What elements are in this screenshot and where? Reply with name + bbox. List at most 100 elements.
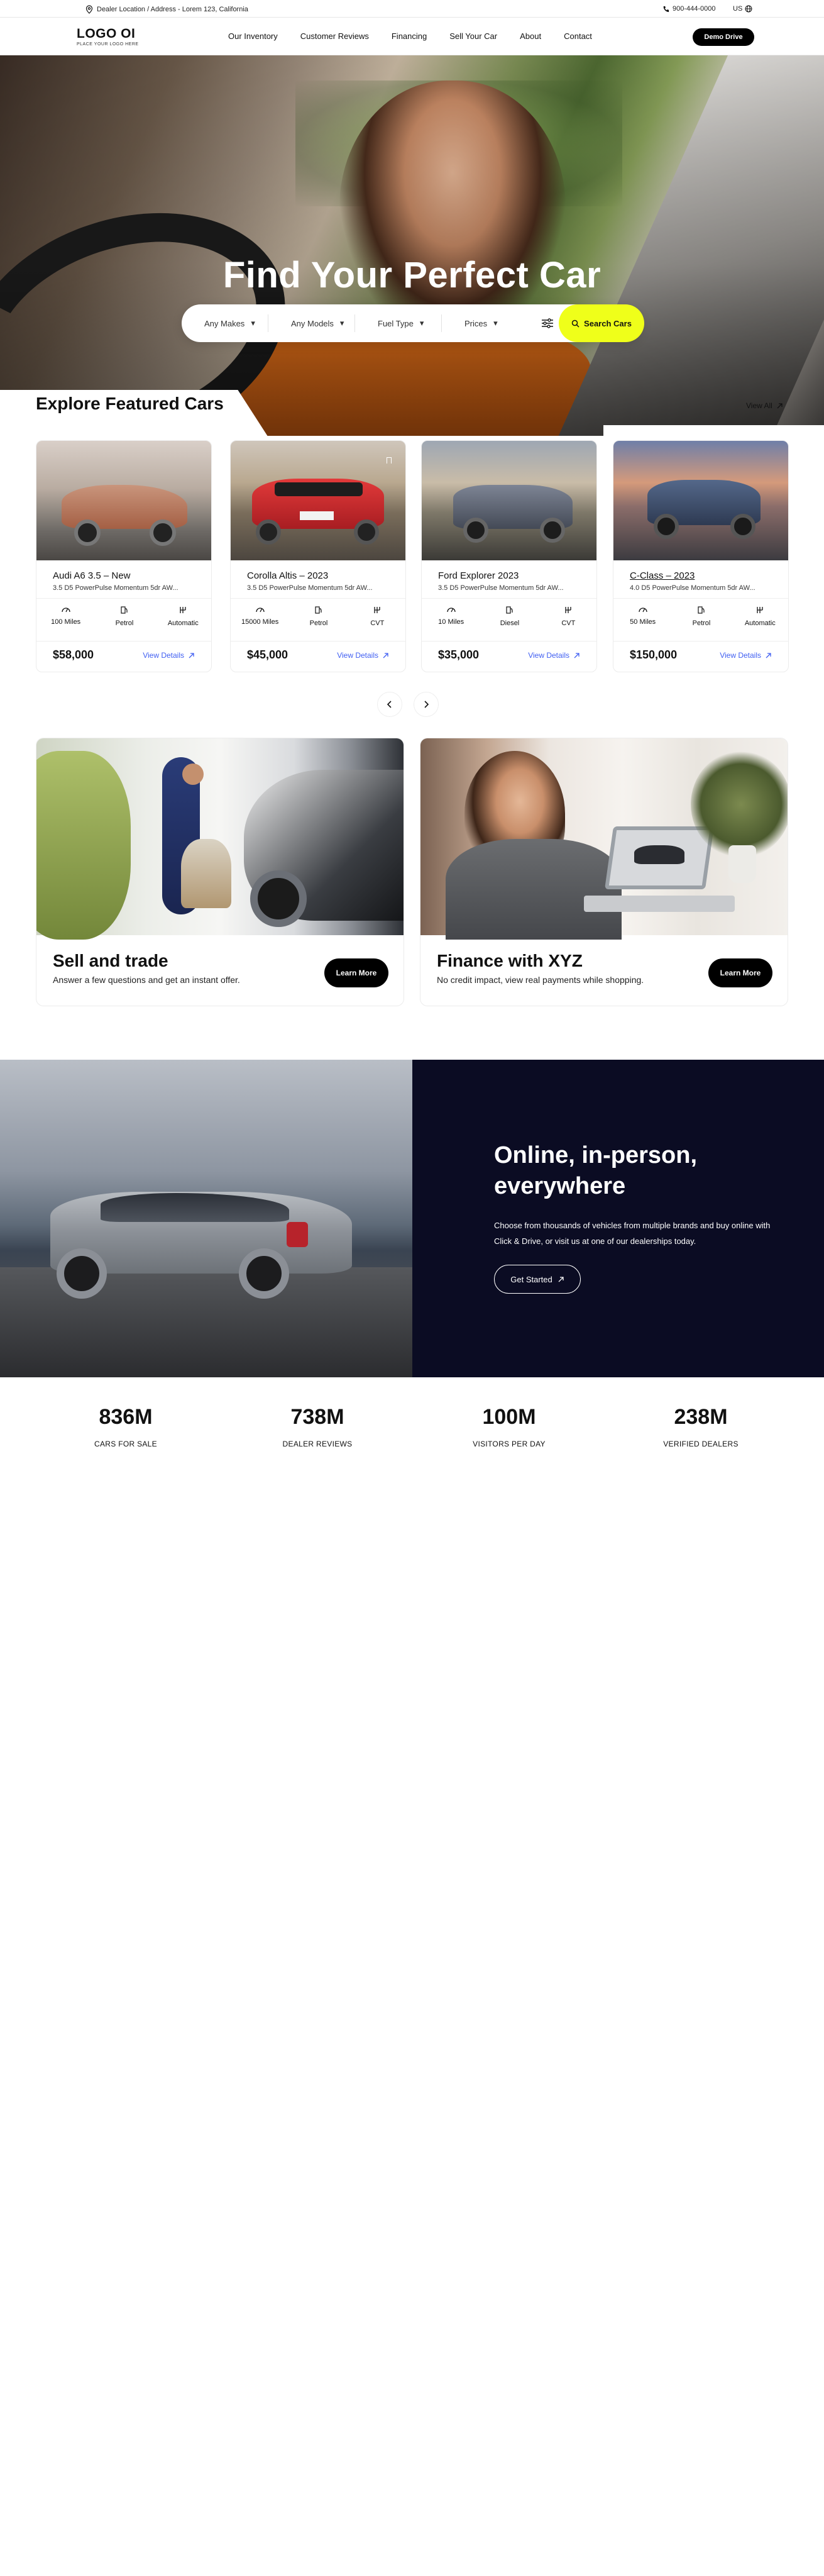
showroom-image <box>36 738 404 940</box>
online-title: Online, in-person, everywhere <box>494 1142 698 1200</box>
caret-down-icon: ▾ <box>419 318 424 328</box>
finance-image <box>420 738 788 940</box>
learn-more-button[interactable]: Learn More <box>708 958 772 987</box>
spec-fuel: Petrol <box>673 606 730 627</box>
nav-financing[interactable]: Financing <box>392 31 427 41</box>
speedometer-icon <box>255 606 265 613</box>
filter-models[interactable]: Any Models ▾ <box>268 314 355 332</box>
car-card[interactable]: Corolla Altis – 2023 3.5 D5 PowerPulse M… <box>230 440 406 672</box>
spec-transmission: CVT <box>540 606 596 627</box>
car-engine: 3.5 D5 PowerPulse Momentum 5dr AW... <box>438 584 564 592</box>
arrow-up-right-icon <box>382 652 389 659</box>
car-card[interactable]: C-Class – 2023 4.0 D5 PowerPulse Momentu… <box>613 440 789 672</box>
bookmark-icon[interactable] <box>387 457 392 464</box>
search-cars-button[interactable]: Search Cars <box>559 304 644 342</box>
language-text: US <box>733 5 743 13</box>
chevron-right-icon <box>423 701 429 708</box>
spec-fuel: Diesel <box>481 606 538 627</box>
promo-title: Sell and trade <box>53 951 168 970</box>
car-specs: 100 Miles Petrol Automatic <box>36 606 211 627</box>
stat-label: VERIFIED DEALERS <box>663 1440 739 1448</box>
speedometer-icon <box>61 606 71 613</box>
car-title: Ford Explorer 2023 <box>438 570 519 581</box>
stat-value: 100M <box>482 1405 536 1429</box>
location-text: Dealer Location / Address - Lorem 123, C… <box>97 6 248 13</box>
car-image <box>231 441 405 560</box>
dealer-location: Dealer Location / Address - Lorem 123, C… <box>85 5 248 14</box>
online-panel: Online, in-person, everywhere Choose fro… <box>412 1060 824 1377</box>
car-price: $45,000 <box>247 648 288 661</box>
phone-number[interactable]: 900-444-0000 <box>662 5 716 13</box>
spec-mileage: 10 Miles <box>423 606 480 627</box>
stat-value: 738M <box>290 1405 344 1429</box>
car-title: Audi A6 3.5 – New <box>53 570 131 581</box>
spec-mileage: 15000 Miles <box>232 606 288 627</box>
fuel-pump-icon <box>314 606 323 614</box>
stat-item: 238M VERIFIED DEALERS <box>638 1405 764 1448</box>
nav-contact[interactable]: Contact <box>564 31 592 41</box>
featured-heading: Explore Featured Cars View All <box>0 390 824 440</box>
language-selector[interactable]: US <box>733 5 752 13</box>
car-price: $150,000 <box>630 648 678 661</box>
stat-label: CARS FOR SALE <box>94 1440 157 1448</box>
hero-title: Find Your Perfect Car <box>222 255 602 296</box>
car-engine: 3.5 D5 PowerPulse Momentum 5dr AW... <box>247 584 373 592</box>
car-specs: 15000 Miles Petrol CVT <box>231 606 405 627</box>
prev-arrow-button[interactable] <box>377 692 402 717</box>
car-search-bar: Any Makes ▾ Any Models ▾ Fuel Type ▾ Prices… <box>182 304 644 342</box>
car-engine: 4.0 D5 PowerPulse Momentum 5dr AW... <box>630 584 755 592</box>
gearbox-icon <box>564 606 573 614</box>
spec-fuel: Petrol <box>96 606 153 627</box>
view-details-link[interactable]: View Details <box>143 651 195 660</box>
filter-fuel-type[interactable]: Fuel Type ▾ <box>355 314 442 332</box>
nav-sell-your-car[interactable]: Sell Your Car <box>449 31 497 41</box>
gearbox-icon <box>755 606 764 614</box>
nav-our-inventory[interactable]: Our Inventory <box>228 31 278 41</box>
car-price: $58,000 <box>53 648 94 661</box>
car-title[interactable]: C-Class – 2023 <box>630 570 695 581</box>
nav-customer-reviews[interactable]: Customer Reviews <box>300 31 369 41</box>
stat-item: 100M VISITORS PER DAY <box>446 1405 572 1448</box>
get-started-button[interactable]: Get Started <box>494 1265 581 1294</box>
car-engine: 3.5 D5 PowerPulse Momentum 5dr AW... <box>53 584 179 592</box>
logo-tagline: PLACE YOUR LOGO HERE <box>77 42 139 47</box>
learn-more-button[interactable]: Learn More <box>324 958 388 987</box>
view-details-link[interactable]: View Details <box>528 651 580 660</box>
finance-card: Finance with XYZ No credit impact, view … <box>420 738 788 1006</box>
hero-banner: Find Your Perfect Car Any Makes ▾ Any Mod… <box>0 55 824 436</box>
filter-makes[interactable]: Any Makes ▾ <box>182 314 268 332</box>
chevron-left-icon <box>387 701 393 708</box>
caret-down-icon: ▾ <box>339 318 344 328</box>
stats-section: 836M CARS FOR SALE 738M DEALER REVIEWS 1… <box>0 1377 824 1472</box>
spec-mileage: 50 Miles <box>615 606 671 627</box>
stat-value: 836M <box>99 1405 153 1429</box>
filter-prices[interactable]: Prices ▾ <box>442 314 529 332</box>
promo-title: Finance with XYZ <box>437 951 583 970</box>
car-card[interactable]: Ford Explorer 2023 3.5 D5 PowerPulse Mom… <box>421 440 597 672</box>
search-icon <box>571 319 580 328</box>
car-image <box>613 441 788 560</box>
car-card[interactable]: Audi A6 3.5 – New 3.5 D5 PowerPulse Mome… <box>36 440 212 672</box>
logo-main: LOGO OI <box>77 26 136 41</box>
featured-title: Explore Featured Cars <box>36 394 224 413</box>
carousel-controls <box>377 692 439 717</box>
arrow-up-right-icon <box>558 1276 564 1283</box>
suv-image <box>0 1060 412 1377</box>
view-details-link[interactable]: View Details <box>720 651 772 660</box>
spec-mileage: 100 Miles <box>38 606 94 627</box>
location-pin-icon <box>85 5 93 14</box>
online-band: Online, in-person, everywhere Choose fro… <box>0 1060 824 1377</box>
fuel-pump-icon <box>120 606 129 614</box>
speedometer-icon <box>446 606 456 613</box>
gearbox-icon <box>179 606 187 614</box>
demo-drive-button[interactable]: Demo Drive <box>693 28 754 46</box>
car-title: Corolla Altis – 2023 <box>247 570 329 581</box>
arrow-up-right-icon <box>765 652 772 659</box>
nav-about[interactable]: About <box>520 31 541 41</box>
arrow-up-right-icon <box>573 652 580 659</box>
logo[interactable]: LOGO OI PLACE YOUR LOGO HERE <box>77 26 139 47</box>
next-arrow-button[interactable] <box>414 692 439 717</box>
view-details-link[interactable]: View Details <box>337 651 389 660</box>
view-all-link[interactable]: View All <box>746 401 783 410</box>
gearbox-icon <box>373 606 382 614</box>
